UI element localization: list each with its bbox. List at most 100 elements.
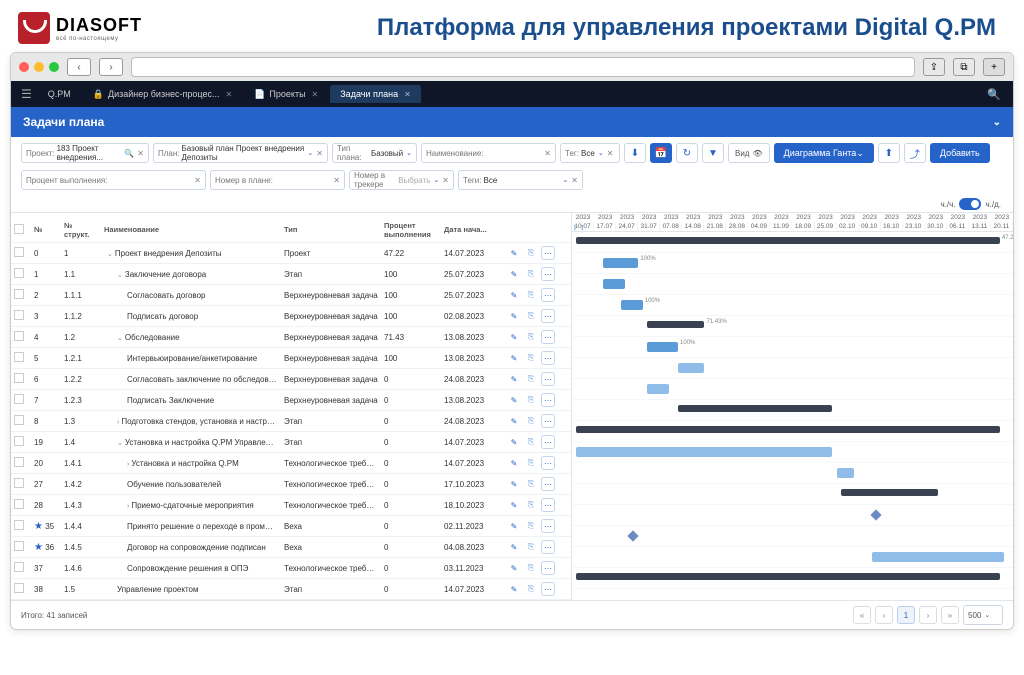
gantt-bar[interactable] [603,279,625,289]
row-checkbox[interactable] [14,541,24,551]
row-checkbox[interactable] [14,499,24,509]
link-icon[interactable]: ⎘ [524,414,538,428]
more-icon[interactable]: ⋯ [541,288,555,302]
more-icon[interactable]: ⋯ [541,414,555,428]
gantt-bar[interactable] [576,447,832,457]
search-icon[interactable]: 🔍 [981,88,1007,101]
table-row[interactable]: ★ 36 1.4.5 Договор на сопровождение подп… [11,537,571,558]
maximize-dot[interactable] [49,62,59,72]
gantt-bar[interactable] [841,489,938,496]
more-icon[interactable]: ⋯ [541,393,555,407]
refresh-icon[interactable]: ↻ [676,143,698,163]
forward-button[interactable]: › [99,58,123,76]
table-row[interactable]: 6 1.2.2 Согласовать заключение по обслед… [11,369,571,390]
gantt-bar[interactable] [621,300,643,310]
link-icon[interactable]: ⎘ [524,288,538,302]
edit-icon[interactable]: ✎ [507,519,521,533]
filter-name[interactable]: Наименование:✕ [421,143,556,163]
table-row[interactable]: 20 1.4.1 ›Установка и настройка Q.PM Тех… [11,453,571,474]
collapse-icon[interactable]: ⌄ [993,117,1001,128]
more-icon[interactable]: ⋯ [541,372,555,386]
row-checkbox[interactable] [14,247,24,257]
table-row[interactable]: 4 1.2 ⌄Обследование Верхнеуровневая зада… [11,327,571,348]
search-icon[interactable]: 🔍 [124,149,134,158]
select-all-checkbox[interactable] [14,224,24,234]
more-icon[interactable]: ⋯ [541,477,555,491]
link-icon[interactable]: ⎘ [524,351,538,365]
last-page-button[interactable]: » [941,606,959,624]
table-row[interactable]: 8 1.3 ›Подготовка стендов, установка и н… [11,411,571,432]
link-icon[interactable]: ⎘ [524,456,538,470]
filter-percent[interactable]: Процент выполнения:✕ [21,170,206,190]
view-button[interactable]: Вид 👁 [728,143,770,163]
filter-numplan[interactable]: Номер в плане:✕ [210,170,345,190]
more-icon[interactable]: ⋯ [541,246,555,260]
more-icon[interactable]: ⋯ [541,498,555,512]
page-size-select[interactable]: 500⌄ [963,605,1003,625]
link-icon[interactable]: ⎘ [524,540,538,554]
gantt-bar[interactable] [603,258,638,268]
table-row[interactable]: 37 1.4.6 Сопровождение решения в ОПЭ Тех… [11,558,571,579]
edit-icon[interactable]: ✎ [507,540,521,554]
table-row[interactable]: 0 1 ⌄Проект внедрения Депозиты Проект 47… [11,243,571,264]
link-icon[interactable]: ⎘ [524,561,538,575]
filter-tags[interactable]: Теги:Все⌄✕ [458,170,583,190]
more-icon[interactable]: ⋯ [541,330,555,344]
filter-plantype[interactable]: Тип плана:Базовый⌄ [332,143,417,163]
clear-icon[interactable]: ✕ [544,149,551,158]
col-pct[interactable]: Процент выполнения [381,219,441,241]
gantt-bar[interactable] [872,552,1004,562]
edit-icon[interactable]: ✎ [507,246,521,260]
row-checkbox[interactable] [14,310,24,320]
col-num[interactable]: № [31,223,61,236]
gantt-bar[interactable] [576,573,999,580]
edit-icon[interactable]: ✎ [507,477,521,491]
more-icon[interactable]: ⋯ [541,540,555,554]
row-checkbox[interactable] [14,352,24,362]
link-icon[interactable]: ⎘ [524,582,538,596]
edit-icon[interactable]: ✎ [507,288,521,302]
download-icon[interactable]: ⬇ [624,143,646,163]
col-start[interactable]: Дата нача... [441,223,491,236]
table-row[interactable]: 2 1.1.1 Согласовать договор Верхнеуровне… [11,285,571,306]
more-icon[interactable]: ⋯ [541,267,555,281]
filter-plan[interactable]: План:Базовый план Проект внедрения Депоз… [153,143,328,163]
table-row[interactable]: 28 1.4.3 ›Приемо-сдаточные мероприятия Т… [11,495,571,516]
row-checkbox[interactable] [14,415,24,425]
more-icon[interactable]: ⋯ [541,456,555,470]
edit-icon[interactable]: ✎ [507,372,521,386]
first-page-button[interactable]: « [853,606,871,624]
menu-icon[interactable]: ☰ [17,87,36,101]
edit-icon[interactable]: ✎ [507,414,521,428]
gantt-bar[interactable] [678,363,704,373]
more-icon[interactable]: ⋯ [541,561,555,575]
tab-tasks[interactable]: Задачи плана✕ [330,85,421,103]
tab-projects[interactable]: 📄 Проекты✕ [244,85,328,104]
toggle-switch[interactable] [959,198,981,210]
row-checkbox[interactable] [14,268,24,278]
row-checkbox[interactable] [14,331,24,341]
gantt-button[interactable]: Диаграмма Ганта ⌄ [774,143,874,163]
address-bar[interactable] [131,57,915,77]
tab-designer[interactable]: 🔒 Дизайнер бизнес-процес...✕ [83,85,242,104]
close-icon[interactable]: ✕ [404,90,411,99]
more-icon[interactable]: ⋯ [541,309,555,323]
col-name[interactable]: Наименование [101,223,281,236]
more-icon[interactable]: ⋯ [541,519,555,533]
row-checkbox[interactable] [14,394,24,404]
clear-icon[interactable]: ✕ [137,149,144,158]
back-button[interactable]: ‹ [67,58,91,76]
link-icon[interactable]: ⎘ [524,330,538,344]
gantt-bar[interactable] [576,237,999,244]
table-row[interactable]: 27 1.4.2 Обучение пользователей Технолог… [11,474,571,495]
link-icon[interactable]: ⎘ [524,519,538,533]
edit-icon[interactable]: ✎ [507,351,521,365]
gantt-milestone[interactable] [870,509,881,520]
filter-project[interactable]: Проект:183 Проект внедрения...🔍✕ [21,143,149,163]
table-row[interactable]: 3 1.1.2 Подписать договор Верхнеуровнева… [11,306,571,327]
gantt-bar[interactable] [647,321,704,328]
more-icon[interactable]: ⋯ [541,582,555,596]
page-number[interactable]: 1 [897,606,915,624]
edit-icon[interactable]: ✎ [507,267,521,281]
calendar-icon[interactable]: 📅 [650,143,672,163]
